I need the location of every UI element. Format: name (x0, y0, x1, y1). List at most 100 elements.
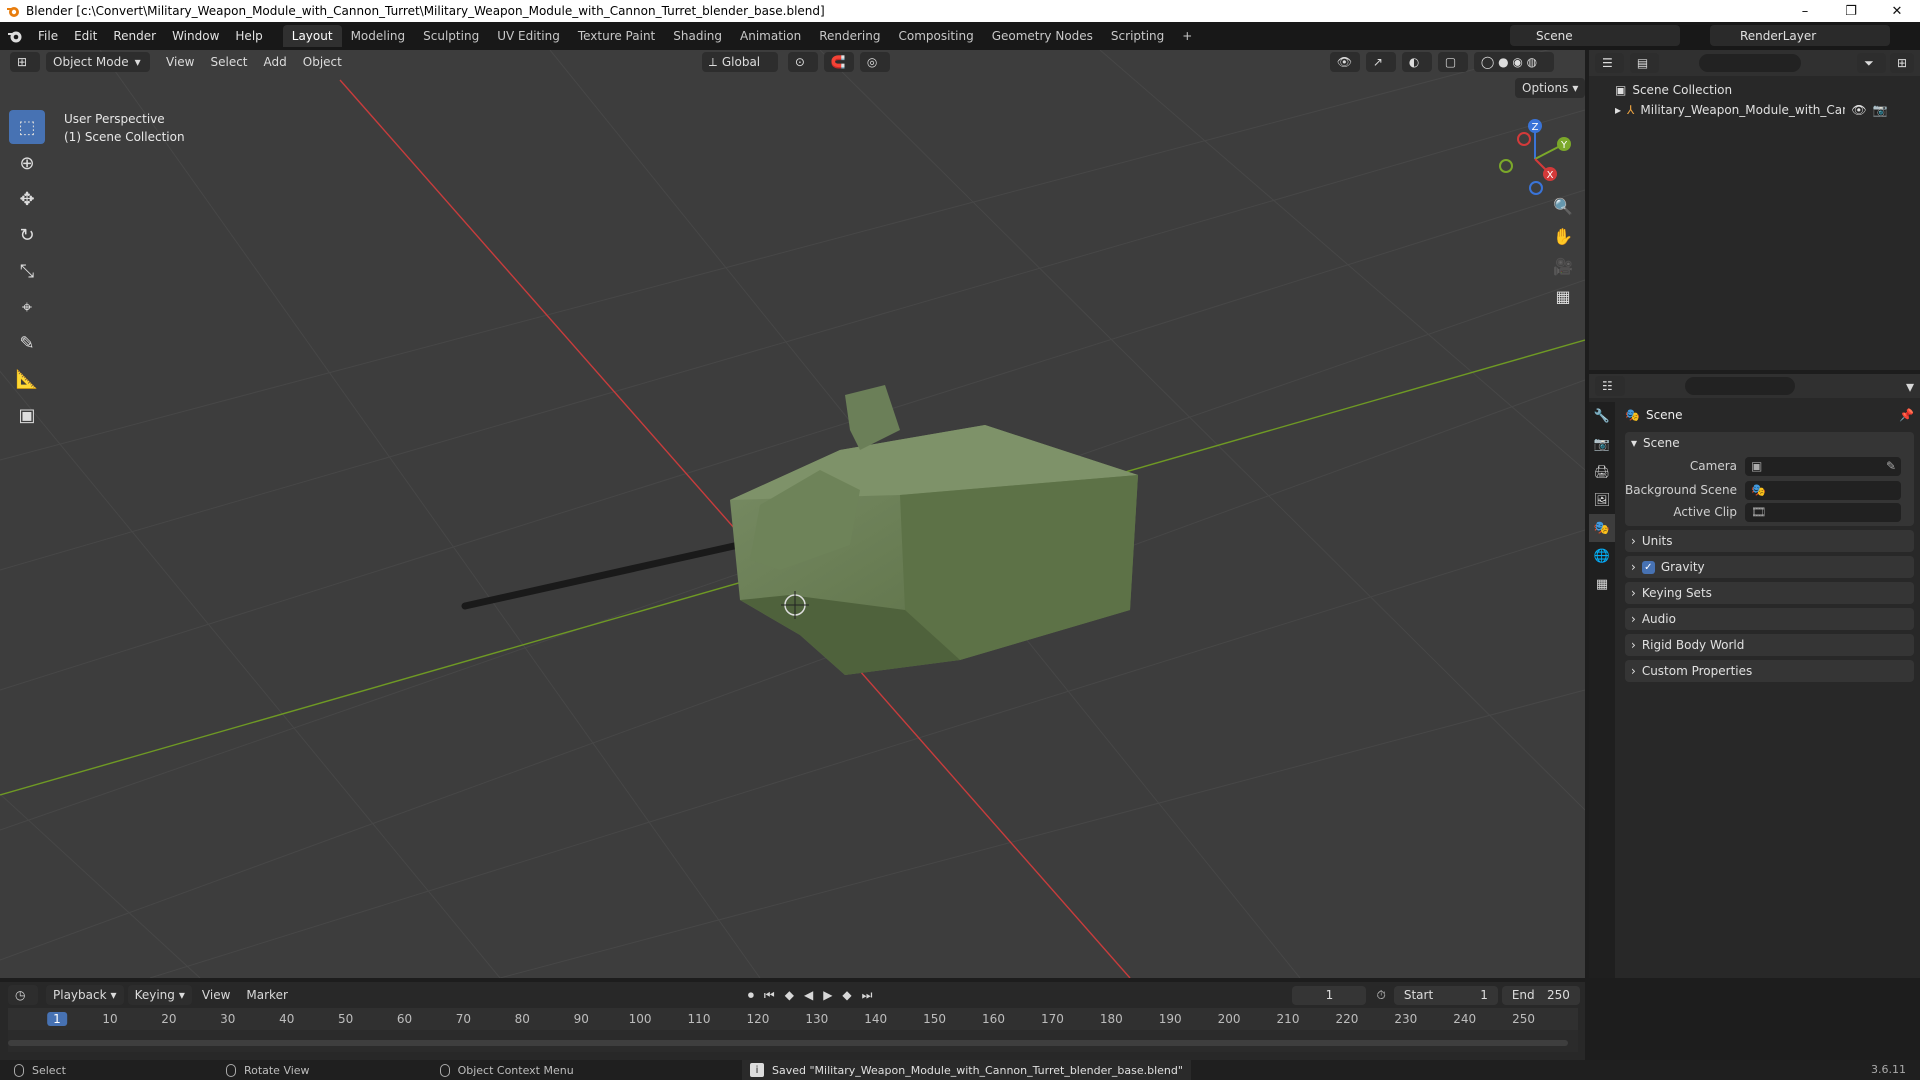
ortho-toggle-icon[interactable]: ▦ (1548, 282, 1578, 310)
panel-keying-sets[interactable]: › Keying Sets (1625, 582, 1914, 604)
blender-menu-icon[interactable] (0, 28, 30, 44)
keying-menu[interactable]: Keying ▾ (127, 985, 192, 1005)
minimize-button[interactable]: – (1782, 0, 1828, 22)
tool-tab-icon[interactable]: 🔧 (1589, 402, 1615, 430)
tab-uv-editing[interactable]: UV Editing (488, 25, 569, 47)
menu-file[interactable]: File (30, 29, 66, 43)
select-box-tool-icon[interactable]: ⬚ (9, 110, 45, 144)
maximize-button[interactable]: ❐ (1828, 0, 1874, 22)
jump-start-icon[interactable]: ⏮ (764, 988, 775, 1003)
shading-mode-icons[interactable]: ◯ ● ◉ ◍ (1473, 52, 1554, 72)
play-icon[interactable]: ▶ (823, 988, 832, 1003)
viewport-menu-add[interactable]: Add (256, 55, 295, 69)
rotate-tool-icon[interactable]: ↻ (9, 218, 45, 252)
filter-icon[interactable]: ⏷ (1857, 53, 1887, 73)
zoom-icon[interactable]: 🔍 (1548, 192, 1578, 220)
panel-audio[interactable]: › Audio (1625, 608, 1914, 630)
view-layer-selector[interactable]: RenderLayer (1710, 25, 1890, 46)
pan-hand-icon[interactable]: ✋ (1548, 222, 1578, 250)
outliner-editor-icon[interactable]: ☰ (1595, 53, 1624, 73)
viewport-menu-view[interactable]: View (158, 55, 202, 69)
display-mode-icon[interactable]: ▤ (1629, 53, 1659, 73)
tab-layout[interactable]: Layout (282, 25, 342, 47)
outliner-row-scene-collection[interactable]: ▣ Scene Collection (1589, 80, 1920, 100)
next-keyframe-icon[interactable]: ◆ (842, 988, 851, 1003)
render-tab-icon[interactable]: 📷 (1589, 430, 1615, 458)
panel-custom-properties[interactable]: › Custom Properties (1625, 660, 1914, 682)
jump-end-icon[interactable]: ⏭ (862, 988, 873, 1003)
timeline-view-menu[interactable]: View (202, 988, 230, 1002)
outliner-search-input[interactable] (1698, 54, 1802, 72)
cursor-tool-icon[interactable]: ⊕ (9, 146, 45, 180)
proportional-edit-icon[interactable]: ◎ (859, 52, 890, 72)
tab-compositing[interactable]: Compositing (889, 25, 982, 47)
background-scene-field[interactable]: 🎭 (1745, 480, 1901, 500)
properties-editor-icon[interactable]: ☷ (1595, 376, 1625, 396)
eye-visibility-icon[interactable]: 👁 (1851, 103, 1866, 117)
panel-gravity[interactable]: › ✓ Gravity (1625, 556, 1914, 578)
3d-viewport[interactable]: ⊞ Object Mode ▾ View Select Add Object ⟂… (0, 50, 1585, 978)
measure-tool-icon[interactable]: 📐 (9, 362, 45, 396)
options-dropdown[interactable]: Options ▾ (1515, 78, 1585, 98)
properties-search-input[interactable] (1685, 377, 1795, 395)
turret-model[interactable] (461, 385, 1138, 675)
timeline-marker-menu[interactable]: Marker (246, 988, 287, 1002)
add-workspace-button[interactable]: + (1173, 25, 1201, 47)
camera-view-icon[interactable]: 🎥 (1548, 252, 1578, 280)
current-frame-field[interactable]: 1 (1292, 985, 1367, 1005)
move-tool-icon[interactable]: ✥ (9, 182, 45, 216)
timeline-track-area[interactable] (8, 1030, 1578, 1052)
pin-icon[interactable]: 📌 (1899, 408, 1914, 422)
overlay-toggle-icon[interactable]: ◐ (1401, 52, 1432, 72)
menu-render[interactable]: Render (105, 29, 164, 43)
menu-window[interactable]: Window (164, 29, 227, 43)
saved-report[interactable]: i Saved "Military_Weapon_Module_with_Can… (742, 1060, 1191, 1080)
outliner-row-object[interactable]: ▸ ⅄ Military_Weapon_Module_with_Cannon_ … (1589, 100, 1920, 120)
snap-icon[interactable]: 🧲 (823, 52, 854, 72)
playback-menu[interactable]: Playback ▾ (46, 985, 124, 1005)
output-tab-icon[interactable]: 🖨 (1589, 458, 1615, 486)
timeline-editor-icon[interactable]: ◷ (8, 985, 38, 1005)
tab-geometry-nodes[interactable]: Geometry Nodes (983, 25, 1102, 47)
end-frame-field[interactable]: End 250 (1501, 985, 1580, 1005)
panel-units[interactable]: › Units (1625, 530, 1914, 552)
render-camera-icon[interactable]: 📷 (1873, 103, 1888, 117)
menu-edit[interactable]: Edit (66, 29, 105, 43)
scene-selector[interactable]: Scene (1510, 25, 1680, 46)
timeline-scrollbar[interactable] (8, 1040, 1568, 1046)
eyedropper-icon[interactable]: ✎ (1886, 459, 1896, 473)
tab-sculpting[interactable]: Sculpting (414, 25, 488, 47)
tab-modeling[interactable]: Modeling (342, 25, 415, 47)
prev-keyframe-icon[interactable]: ◆ (785, 988, 794, 1003)
gizmo-toggle-icon[interactable]: ↗ (1365, 52, 1396, 72)
scale-tool-icon[interactable]: ⤡ (9, 254, 45, 288)
menu-help[interactable]: Help (227, 29, 270, 43)
timer-icon[interactable]: ⏱ (1376, 988, 1385, 1003)
panel-scene-header[interactable]: ▾ Scene (1625, 432, 1914, 454)
scene-tab-icon[interactable]: 🎭 (1589, 514, 1615, 542)
annotate-tool-icon[interactable]: ✎ (9, 326, 45, 360)
add-cube-tool-icon[interactable]: ▣ (9, 398, 45, 432)
world-tab-icon[interactable]: 🌐 (1589, 542, 1615, 570)
close-button[interactable]: ✕ (1874, 0, 1920, 22)
tab-shading[interactable]: Shading (664, 25, 731, 47)
visibility-icon[interactable]: 👁 (1329, 52, 1360, 72)
play-reverse-icon[interactable]: ◀ (804, 988, 813, 1003)
expand-arrow-icon[interactable]: ▸ (1615, 103, 1621, 117)
xray-icon[interactable]: ▢ (1437, 52, 1468, 72)
transform-orientation-dropdown[interactable]: ⟂ Global (701, 52, 778, 72)
active-clip-field[interactable]: 🎞 (1745, 502, 1901, 522)
new-collection-icon[interactable]: ⊞ (1890, 53, 1915, 73)
panel-rigid-body-world[interactable]: › Rigid Body World (1625, 634, 1914, 656)
start-frame-field[interactable]: Start 1 (1393, 985, 1498, 1005)
gravity-checkbox[interactable]: ✓ (1641, 560, 1655, 574)
viewport-menu-object[interactable]: Object (295, 55, 350, 69)
texture-tab-icon[interactable]: ▦ (1589, 570, 1615, 598)
record-icon[interactable]: ⏺ (748, 988, 754, 1003)
tab-animation[interactable]: Animation (731, 25, 810, 47)
editor-type-icon[interactable]: ⊞ (10, 52, 40, 72)
viewport-menu-select[interactable]: Select (202, 55, 255, 69)
transform-tool-icon[interactable]: ⌖ (9, 290, 45, 324)
mode-dropdown[interactable]: Object Mode ▾ (46, 52, 150, 72)
tab-texture-paint[interactable]: Texture Paint (569, 25, 664, 47)
